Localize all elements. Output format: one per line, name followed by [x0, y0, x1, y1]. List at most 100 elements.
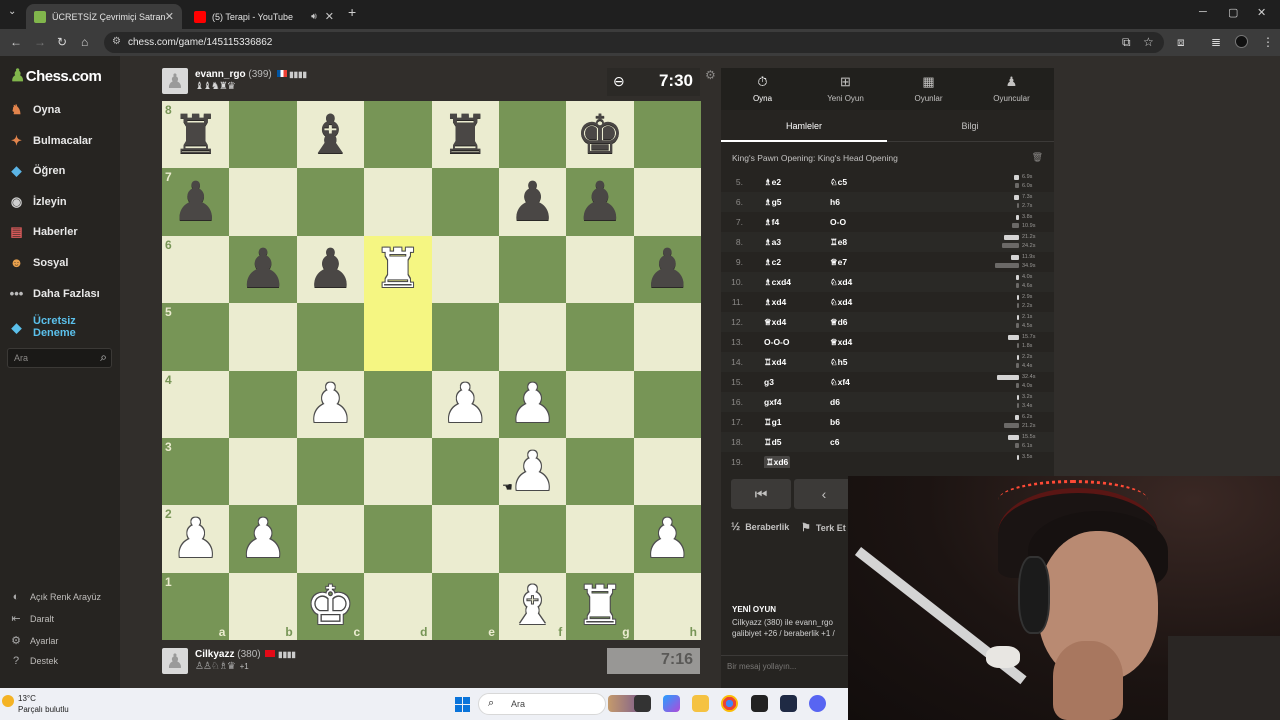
opening-name[interactable]: King's Pawn Opening: King's Head Opening	[732, 153, 898, 163]
black-move[interactable]: ♘h5	[830, 357, 848, 368]
tab-games[interactable]: ▦ Oyunlar	[887, 68, 970, 110]
white-move[interactable]: ♗f4	[764, 217, 779, 228]
square-g3[interactable]	[566, 437, 634, 506]
sidebar-item-watch[interactable]: ◉ İzleyin	[8, 193, 67, 210]
white-move[interactable]: ♖xd6	[764, 456, 791, 468]
tab-play[interactable]: ⏱ Oyna	[721, 68, 804, 110]
address-bar[interactable]: ⚙ chess.com/game/145115336862	[104, 32, 1164, 53]
white-move[interactable]: ♗a3	[764, 237, 781, 248]
square-g2[interactable]	[566, 505, 634, 573]
new-tab-icon[interactable]: +	[348, 4, 356, 20]
square-e3[interactable]	[431, 437, 499, 506]
sidebar-light-theme[interactable]: ◐ Açık Renk Arayüz	[10, 591, 101, 603]
square-a6[interactable]: 6	[162, 235, 230, 304]
white-piece-e4[interactable]: ♟	[432, 371, 499, 438]
square-d2[interactable]	[364, 505, 432, 573]
close-tab-icon[interactable]: ✕	[165, 10, 174, 23]
square-h5[interactable]	[633, 303, 701, 371]
black-piece-c8[interactable]: ♝	[297, 101, 364, 168]
tab-players[interactable]: ♟ Oyuncular	[970, 68, 1053, 110]
square-h7[interactable]	[633, 168, 701, 236]
square-d5[interactable]	[364, 303, 432, 371]
square-e5[interactable]	[431, 303, 499, 371]
square-c5[interactable]	[296, 303, 365, 371]
extensions-icon[interactable]: ⧈	[1177, 35, 1185, 50]
black-piece-g7[interactable]: ♟	[566, 168, 633, 235]
search-icon[interactable]: ⌕	[100, 350, 107, 365]
square-d7[interactable]	[364, 168, 432, 236]
white-move[interactable]: ♗g5	[764, 197, 782, 208]
black-piece-h6[interactable]: ♟	[634, 236, 701, 303]
white-piece-g1[interactable]: ♜	[566, 573, 633, 640]
black-move[interactable]: b6	[830, 417, 840, 427]
square-b4[interactable]	[229, 370, 297, 438]
white-move[interactable]: ♕xd4	[764, 317, 786, 328]
subtab-moves[interactable]: Hamleler	[721, 110, 887, 142]
square-f8[interactable]	[498, 101, 567, 169]
player-name[interactable]: Cilkyazz (380) ▮▮▮▮	[195, 649, 296, 660]
profile-avatar[interactable]	[1235, 35, 1248, 48]
square-g6[interactable]	[566, 235, 634, 304]
square-c7[interactable]	[296, 168, 365, 236]
black-piece-f7[interactable]: ♟	[499, 168, 566, 235]
black-move[interactable]: O-O	[830, 217, 846, 227]
forward-icon[interactable]: →	[34, 35, 46, 49]
opponent-username[interactable]: evann_rgo	[195, 69, 246, 80]
previous-move-button[interactable]: ‹	[794, 479, 854, 509]
square-e6[interactable]	[431, 235, 499, 304]
white-piece-d6[interactable]: ♜	[364, 236, 431, 303]
square-a4[interactable]: 4	[162, 370, 230, 438]
first-move-button[interactable]: ⏮	[731, 479, 791, 509]
board-settings-icon[interactable]: ⚙	[705, 68, 716, 82]
back-icon[interactable]: ←	[10, 35, 22, 49]
minimize-icon[interactable]: ─	[1199, 6, 1207, 18]
black-piece-a7[interactable]: ♟	[162, 168, 229, 235]
resign-button[interactable]: ⚑ Terk Et	[801, 521, 846, 534]
square-b8[interactable]	[229, 101, 297, 169]
square-d4[interactable]	[364, 370, 432, 438]
square-a1[interactable]: 1a	[162, 572, 230, 640]
white-move[interactable]: ♗cxd4	[764, 277, 791, 288]
black-move[interactable]: ♕d6	[830, 317, 848, 328]
sidebar-item-puzzles[interactable]: ✦ Bulmacalar	[8, 132, 92, 149]
square-d8[interactable]	[364, 101, 432, 169]
square-g5[interactable]	[566, 303, 634, 371]
black-move[interactable]: c6	[830, 437, 839, 447]
bookmark-star-icon[interactable]: ☆	[1143, 35, 1154, 49]
square-h1[interactable]: h	[633, 572, 701, 640]
sidebar-item-learn[interactable]: ◆ Öğren	[8, 162, 66, 179]
install-app-icon[interactable]: ⧉	[1122, 35, 1131, 50]
browser-menu-icon[interactable]: ⋮	[1262, 35, 1274, 49]
square-c3[interactable]	[296, 437, 365, 506]
square-f6[interactable]	[498, 235, 567, 304]
tab-search-icon[interactable]: ⌄	[8, 6, 16, 17]
black-piece-c6[interactable]: ♟	[297, 236, 364, 303]
player-avatar[interactable]: ♟	[162, 648, 188, 674]
taskbar-search[interactable]: ⌕ Ara	[478, 693, 606, 715]
obs-icon[interactable]	[751, 695, 768, 712]
black-piece-b6[interactable]: ♟	[229, 236, 296, 303]
white-piece-f1[interactable]: ♝	[499, 573, 566, 640]
square-b3[interactable]	[229, 437, 297, 506]
weather-widget[interactable]: 13°C Parçalı bulutlu	[2, 693, 69, 715]
sidebar-item-news[interactable]: ▤ Haberler	[8, 223, 77, 240]
square-f2[interactable]	[498, 505, 567, 573]
black-piece-a8[interactable]: ♜	[162, 101, 229, 168]
trash-icon[interactable]: 🗑︎	[1032, 152, 1043, 163]
copilot-icon[interactable]	[663, 695, 680, 712]
square-a3[interactable]: 3	[162, 437, 230, 506]
square-b5[interactable]	[229, 303, 297, 371]
white-move[interactable]: O-O-O	[764, 337, 790, 347]
opponent-avatar[interactable]: ♟	[162, 68, 188, 94]
home-icon[interactable]: ⌂	[81, 35, 88, 49]
vscode-icon[interactable]	[780, 695, 797, 712]
black-move[interactable]: ♘c5	[830, 177, 847, 188]
square-h3[interactable]	[633, 437, 701, 506]
file-explorer-icon[interactable]	[692, 695, 709, 712]
white-piece-h2[interactable]: ♟	[634, 505, 701, 572]
windows-start-icon[interactable]	[455, 697, 470, 712]
black-move[interactable]: ♘xf4	[830, 377, 850, 388]
chess-board[interactable]: 8 7 6 5 4 3 2 1 a b c d e f g h ♜ ♝ ♜ ♚ ♟ ♟ ♟ ♟ ♟ ♜ ♟ ♟ ♟ ♟ ♟ ♟ ♟ ♟ ♚ ♝ ♜	[162, 101, 701, 640]
square-c2[interactable]	[296, 505, 365, 573]
sidebar-item-play[interactable]: ♞ Oyna	[8, 101, 61, 118]
